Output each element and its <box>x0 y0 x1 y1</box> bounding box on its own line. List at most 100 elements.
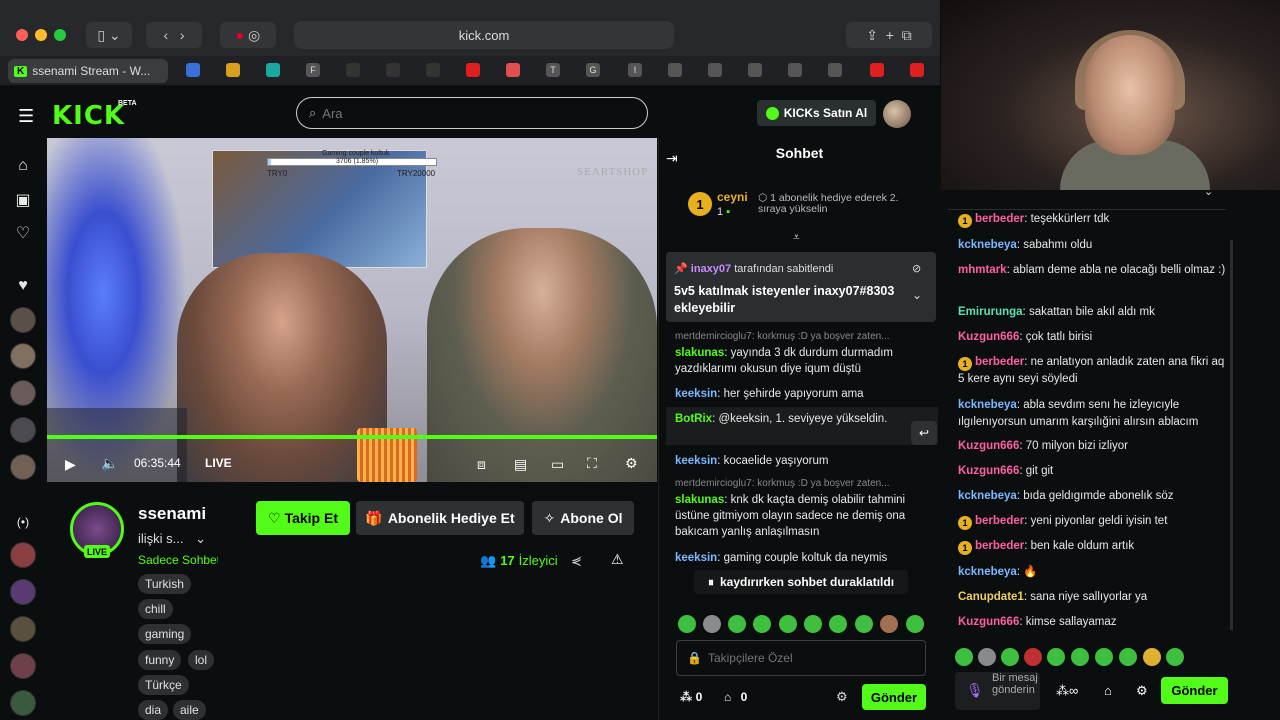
chat-message[interactable]: 1 berbeder: yeni piyonlar geldi iyisin te… <box>958 513 1228 530</box>
chat-username[interactable]: Emirurunga <box>958 306 1023 318</box>
gift-counter[interactable]: ⌂ 0 <box>724 690 747 704</box>
chevron-down-icon[interactable]: ⌄ <box>912 288 922 302</box>
chat-username[interactable]: berbeder <box>975 540 1024 552</box>
followed-channel-avatar[interactable] <box>10 454 36 480</box>
search-input[interactable] <box>322 105 623 121</box>
hamburger-icon[interactable]: ☰ <box>18 106 34 127</box>
chat-username[interactable]: Kuzgun666 <box>958 331 1019 343</box>
chat-message[interactable]: kcknebeya: sabahmı oldu <box>958 237 1228 254</box>
tag[interactable]: gaming <box>138 624 192 644</box>
chat-message[interactable]: 1 berbeder: ne anlatıyon anladık zaten an… <box>958 354 1228 388</box>
chat-username[interactable]: berbeder <box>975 515 1024 527</box>
chat-username[interactable]: berbeder <box>975 213 1024 225</box>
fullscreen-icon[interactable]: ⛶ <box>587 455 597 472</box>
channel-points[interactable]: ⁂ 0 <box>680 690 702 704</box>
tab-favicon-icon[interactable] <box>226 63 240 77</box>
chat-message[interactable]: Canupdate1: sana niye sallıyorlar ya <box>958 589 1228 606</box>
hide-pin-icon[interactable]: ⊘ <box>912 262 921 275</box>
chat-username[interactable]: keeksin <box>675 455 717 467</box>
sidebar-toggle-icon[interactable]: ▯ ⌄ <box>86 22 132 48</box>
mic-icon[interactable]: 🎙 <box>966 682 984 699</box>
emote[interactable] <box>703 615 721 633</box>
emote[interactable] <box>855 615 873 633</box>
gift-sub-button[interactable]: 🎁 Abonelik Hediye Et <box>356 501 524 535</box>
tab-favicon-icon[interactable] <box>466 63 480 77</box>
chat-message[interactable]: Emirurunga: sakattan bile akıl aldı mk <box>958 304 1228 321</box>
follow-button[interactable]: ♡ Takip Et <box>256 501 350 535</box>
maximize-window-button[interactable] <box>54 29 66 41</box>
tab-favicon-icon[interactable]: T <box>546 63 560 77</box>
chat-username[interactable]: slakunas <box>675 347 724 359</box>
tab-favicon-icon[interactable] <box>748 63 762 77</box>
chat-username[interactable]: Kuzgun666 <box>958 440 1019 452</box>
chat-username[interactable]: slakunas <box>675 494 724 506</box>
chat-message[interactable]: kcknebeya: bıda geldıgımde abonelık söz <box>958 488 1228 505</box>
recommended-channel-avatar[interactable] <box>10 653 36 679</box>
settings-icon[interactable]: ⚙ <box>836 689 848 705</box>
gift-icon[interactable]: ⌂ <box>1104 683 1112 698</box>
chevron-down-icon[interactable]: ⌄ <box>195 531 206 546</box>
chevron-down-icon[interactable]: ⌄ <box>1204 185 1213 198</box>
clip-icon[interactable]: ▤ <box>514 456 527 473</box>
tab-favicon-icon[interactable] <box>506 63 520 77</box>
recommended-channel-avatar[interactable] <box>10 579 36 605</box>
chat-message[interactable]: mhmtark: ablam deme abla ne olacağı bell… <box>958 262 1228 279</box>
chat-message[interactable]: 1 berbeder: teşekkürlerr tdk <box>958 211 1228 228</box>
chat-username[interactable]: kcknebeya <box>958 490 1017 502</box>
emote[interactable] <box>1166 648 1184 666</box>
tab-favicon-icon[interactable] <box>668 63 682 77</box>
followed-channel-avatar[interactable] <box>10 380 36 406</box>
home-icon[interactable]: ⌂ <box>11 154 35 178</box>
recommended-icon[interactable]: (•) <box>11 510 35 534</box>
address-bar[interactable]: kick.com <box>294 21 674 49</box>
chat-username[interactable]: Kuzgun666 <box>958 616 1019 628</box>
tab-favicon-icon[interactable]: F <box>306 63 320 77</box>
chat-message[interactable]: slakunas: yayında 3 dk durdum durmadım y… <box>675 345 930 377</box>
emote[interactable] <box>1024 648 1042 666</box>
stream-category[interactable]: Sadece Sohbet <box>138 553 218 567</box>
tag[interactable]: chill <box>138 599 173 619</box>
chat-username[interactable]: Kuzgun666 <box>958 465 1019 477</box>
extension-icons[interactable]: ● ◎ <box>220 22 276 48</box>
emote[interactable] <box>1047 648 1065 666</box>
send-button[interactable]: Gönder <box>862 684 926 710</box>
followed-channel-avatar[interactable] <box>10 307 36 333</box>
tab-favicon-icon[interactable] <box>386 63 400 77</box>
top-gifter-name[interactable]: ceyni <box>717 190 748 204</box>
subscribe-button[interactable]: ✧ Abone Ol <box>532 501 634 535</box>
kicks-buy-button[interactable]: KICKs Satın Al <box>757 100 876 126</box>
points-icon[interactable]: ⁂∞ <box>1056 683 1078 699</box>
chat-message[interactable]: keeksin: her şehirde yapıyorum ama <box>675 386 930 402</box>
chat-username[interactable]: kcknebeya <box>958 399 1017 411</box>
live-progress-bar[interactable] <box>47 435 657 439</box>
tag[interactable]: lol <box>188 650 215 670</box>
chat-message[interactable]: keeksin: gaming couple koltuk da neymis <box>675 550 930 566</box>
emote[interactable] <box>829 615 847 633</box>
tag[interactable]: Turkish <box>138 574 191 594</box>
scrollbar[interactable] <box>1230 240 1233 630</box>
emote[interactable] <box>955 648 973 666</box>
chat-message[interactable]: kcknebeya: 🔥 <box>958 564 1228 581</box>
browse-icon[interactable]: ▣ <box>11 188 35 212</box>
chat-message[interactable]: Kuzgun666: çok tatlı birisi <box>958 329 1228 346</box>
recommended-channel-avatar[interactable] <box>10 542 36 568</box>
chat-paused-banner[interactable]: ⏸ kaydırırken sohbet duraklatıldı <box>694 570 908 594</box>
tab-favicon-icon[interactable]: G <box>586 63 600 77</box>
recommended-channel-avatar[interactable] <box>10 690 36 716</box>
reply-context[interactable]: mertdemircioglu7: korkmuş :D ya boşver z… <box>675 331 930 342</box>
emote[interactable] <box>728 615 746 633</box>
share-newtab-icons[interactable]: ⇪ + ⧉ <box>846 22 932 48</box>
tag[interactable]: aile <box>173 700 206 720</box>
tab-favicon-icon[interactable] <box>708 63 722 77</box>
theater-icon[interactable]: ⧈ <box>477 456 486 473</box>
tab-favicon-icon[interactable] <box>426 63 440 77</box>
emote[interactable] <box>779 615 797 633</box>
chat-username[interactable]: Canupdate1 <box>958 591 1024 603</box>
kick-logo[interactable]: KICK <box>52 101 125 131</box>
following-icon[interactable]: ♡ <box>11 221 35 245</box>
share-icon[interactable]: ⋞ <box>571 553 582 569</box>
chat-username[interactable]: berbeder <box>975 356 1024 368</box>
back-forward-icon[interactable]: ‹ › <box>146 22 202 48</box>
emote[interactable] <box>978 648 996 666</box>
chat-message[interactable]: BotRix: @keeksin, 1. seviyeye yükseldin. <box>675 411 930 427</box>
